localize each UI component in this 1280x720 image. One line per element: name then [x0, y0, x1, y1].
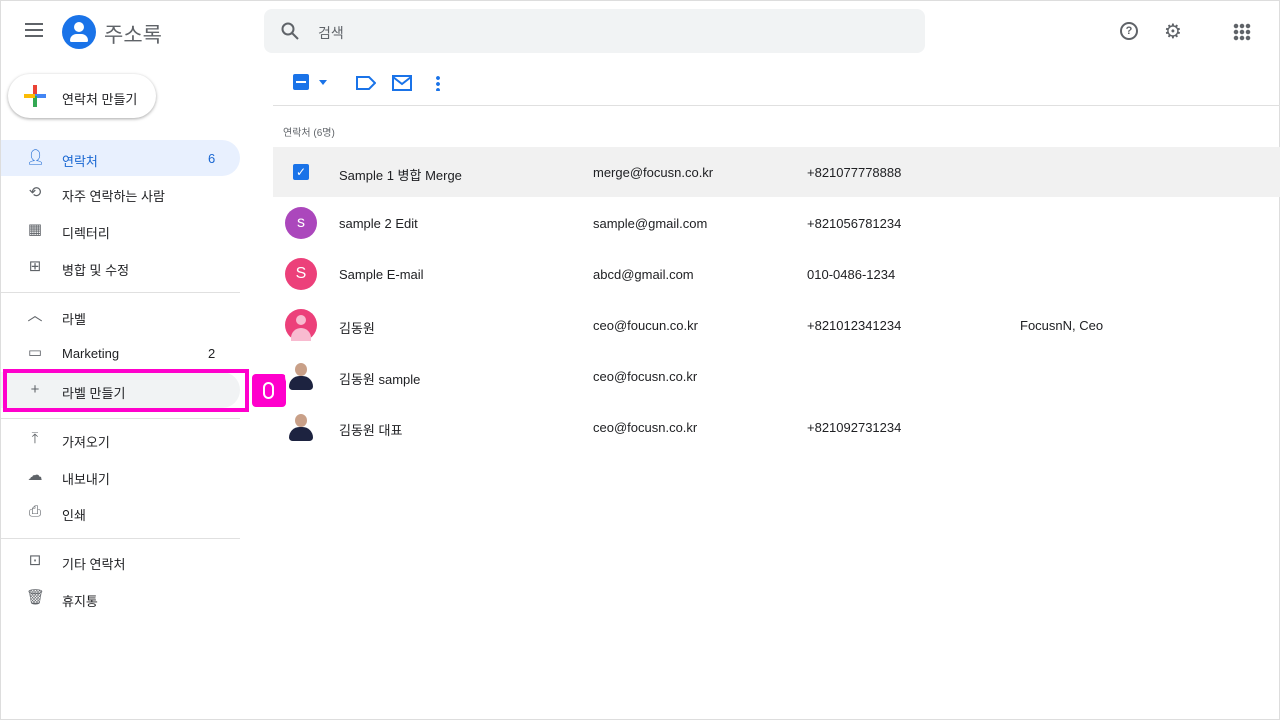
main-menu-button[interactable]: [25, 23, 43, 37]
contact-email: merge@focusn.co.kr: [593, 165, 714, 180]
labels-toggle[interactable]: ︿ 라벨: [1, 298, 240, 334]
help-icon[interactable]: ?: [1120, 22, 1138, 40]
avatar: [285, 309, 317, 341]
nav-label: 휴지통: [62, 594, 98, 609]
contact-name: 김동원: [339, 321, 375, 336]
contact-row[interactable]: 김동원 ceo@foucun.co.kr +821012341234 FocusnN,…: [273, 300, 1280, 350]
contact-row[interactable]: S Sample E-mail abcd@gmail.com 010-0486-123…: [273, 249, 1280, 299]
contact-row[interactable]: 김동원 sample ceo@focusn.co.kr: [273, 351, 1280, 401]
divider: [273, 105, 1280, 106]
history-icon: ⟲: [28, 184, 42, 201]
person-icon: 👤︎: [26, 149, 46, 166]
nav-label: 인쇄: [62, 508, 86, 523]
sidebar-item-import[interactable]: ⤒ 가져오기: [1, 421, 240, 457]
search-input[interactable]: 검색: [264, 9, 925, 53]
create-contact-label: 연락처 만들기: [62, 92, 138, 107]
nav-label: 병합 및 수정: [62, 263, 130, 278]
contact-email: abcd@gmail.com: [593, 267, 694, 282]
nav-label: 연락처: [62, 154, 98, 169]
contact-row[interactable]: s sample 2 Edit sample@gmail.com +821056781…: [273, 198, 1280, 248]
contact-email: ceo@focusn.co.kr: [593, 369, 698, 384]
nav-label: 기타 연락처: [62, 557, 126, 572]
avatar: S: [285, 258, 317, 290]
row-checkbox[interactable]: ✓: [293, 164, 309, 180]
more-vert-icon[interactable]: [436, 75, 440, 91]
avatar: s: [285, 207, 317, 239]
chevron-up-icon: ︿: [27, 307, 43, 324]
divider: [1, 538, 240, 539]
contact-name: 김동원 대표: [339, 423, 403, 438]
building-icon: ▦: [27, 221, 43, 238]
upload-icon: ⤒: [31, 430, 39, 447]
contact-phone: +821077778888: [807, 165, 902, 180]
highlight-box: [3, 369, 249, 412]
sidebar-item-frequent[interactable]: ⟲ 자주 연락하는 사람: [1, 175, 240, 211]
contact-name: Sample 1 병합 Merge: [339, 168, 462, 183]
contact-name: sample 2 Edit: [339, 216, 418, 231]
labels-header: 라벨: [62, 312, 86, 327]
sidebar-item-merge[interactable]: ⊞ 병합 및 수정: [1, 249, 240, 285]
list-header: 연락처 (6명): [283, 128, 335, 139]
nav-label: 내보내기: [62, 472, 110, 487]
contact-row[interactable]: ✓ Sample 1 병합 Merge merge@focusn.co.kr +821…: [273, 147, 1280, 197]
divider: [1, 292, 240, 293]
nav-label: 가져오기: [62, 435, 110, 450]
select-dropdown-icon[interactable]: [319, 80, 327, 85]
select-all-checkbox[interactable]: [293, 74, 309, 90]
contact-phone: +821056781234: [807, 216, 902, 231]
sidebar-item-label-marketing[interactable]: ▭ Marketing 2: [1, 335, 240, 371]
contact-row[interactable]: 김동원 대표 ceo@focusn.co.kr +821092731234: [273, 402, 1280, 452]
contacts-logo-icon: [62, 15, 96, 49]
contact-email: sample@gmail.com: [593, 216, 708, 231]
merge-fix-icon: ⊞: [28, 258, 42, 275]
contact-name: Sample E-mail: [339, 267, 424, 282]
nav-label: Marketing: [62, 346, 120, 361]
settings-gear-icon[interactable]: ⚙: [1164, 19, 1182, 44]
sidebar-item-export[interactable]: ☁ 내보내기: [1, 458, 240, 494]
nav-label: 디렉터리: [62, 226, 110, 241]
contact-phone: 010-0486-1234: [807, 267, 896, 282]
search-placeholder: 검색: [318, 25, 344, 41]
sidebar-item-contacts[interactable]: 👤︎ 연락처 6: [1, 140, 240, 176]
mail-icon[interactable]: [392, 75, 412, 91]
label-icon: ▭: [27, 344, 43, 361]
sidebar-item-print[interactable]: ⎙ 인쇄: [1, 494, 240, 530]
contact-email: ceo@foucun.co.kr: [593, 318, 698, 333]
app-title: 주소록: [104, 24, 162, 47]
nav-count: 6: [208, 151, 216, 166]
archive-icon: ⊡: [28, 552, 42, 569]
divider: [1, 418, 240, 419]
printer-icon: ⎙: [28, 503, 41, 520]
nav-label: 자주 연락하는 사람: [62, 189, 165, 204]
contact-name: 김동원 sample: [339, 372, 421, 387]
sidebar-item-directory[interactable]: ▦ 디렉터리: [1, 212, 240, 248]
avatar-photo: [285, 411, 317, 443]
nav-count: 2: [208, 346, 216, 361]
sidebar-item-trash[interactable]: 🗑︎ 휴지통: [1, 580, 240, 616]
create-contact-button[interactable]: 연락처 만들기: [8, 74, 156, 118]
cloud-download-icon: ☁: [27, 467, 43, 484]
search-icon: [281, 22, 299, 40]
trash-icon: 🗑︎: [26, 589, 46, 606]
label-icon[interactable]: [356, 76, 376, 90]
contact-email: ceo@focusn.co.kr: [593, 420, 698, 435]
avatar-photo: [285, 360, 317, 392]
plus-icon: [24, 85, 46, 107]
contact-company: FocusnN, Ceo: [1020, 318, 1104, 333]
contact-phone: +821092731234: [807, 420, 902, 435]
apps-grid-icon[interactable]: [1233, 23, 1251, 41]
contact-phone: +821012341234: [807, 318, 902, 333]
sidebar-item-other-contacts[interactable]: ⊡ 기타 연락처: [1, 543, 240, 579]
